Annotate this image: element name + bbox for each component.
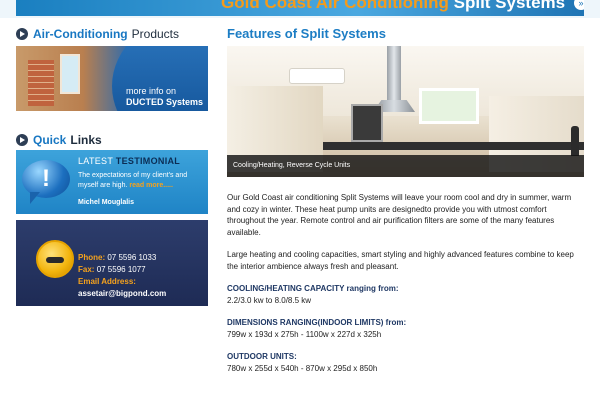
products-heading: Air-Conditioning Products (16, 26, 208, 42)
spec-outdoor-units: OUTDOOR UNITS: 780w x 255d x 540h - 870w… (227, 351, 584, 374)
ducted-line2: DUCTED Systems (126, 97, 204, 107)
spec-label: COOLING/HEATING CAPACITY ranging from: (227, 284, 399, 293)
spec-value: 799w x 193d x 275h - 1100w x 227d x 325h (227, 329, 382, 339)
oven (351, 104, 383, 142)
testimonial-body: The expectations of my client's and myse… (78, 171, 204, 191)
email-link[interactable]: assetair@bigpond.com (78, 288, 166, 300)
spec-capacity: COOLING/HEATING CAPACITY ranging from: 2… (227, 283, 584, 306)
split-ac-unit (289, 68, 345, 84)
brick-wall-image (28, 60, 54, 106)
email-label: Email Address: (78, 277, 136, 286)
spec-label: OUTDOOR UNITS: (227, 352, 297, 361)
spec-label: DIMENSIONS RANGING(INDOOR LIMITS) from: (227, 318, 407, 327)
ducted-line1: more info on (126, 86, 177, 96)
kitchen-counter (323, 142, 584, 150)
sidebar: Air-Conditioning Products more info on D… (16, 26, 208, 306)
spec-value: 2.2/3.0 kw to 8.0/8.5 kw (227, 295, 312, 305)
testimonial-title-light: LATEST (78, 156, 113, 166)
quick-links-heading: Quick Links (16, 132, 102, 148)
ducted-link-text: more info on DUCTED Systems (126, 86, 203, 108)
quick-heading-accent: Quick (33, 133, 67, 147)
testimonial-title: LATEST TESTIMONIAL (78, 156, 180, 166)
phone-value: 07 5596 1033 (107, 253, 157, 262)
testimonial-title-bold: TESTIMONIAL (115, 156, 181, 166)
paragraph-features: Large heating and cooling capacities, sm… (227, 250, 574, 271)
contact-details: Phone: 07 5596 1033 Fax: 07 5596 1077 Em… (78, 252, 166, 300)
spec-value: 780w x 255d x 540h - 870w x 295d x 850h (227, 363, 378, 373)
kitchen-window (419, 88, 479, 124)
fax-value: 07 5596 1077 (96, 265, 146, 274)
wine-bottle (571, 126, 579, 156)
header-bar: Gold Coast Air Conditioning Split System… (16, 0, 584, 16)
paragraph-intro: Our Gold Coast air conditioning Split Sy… (227, 193, 572, 237)
fax-label: Fax: (78, 265, 95, 274)
contact-card: Phone: 07 5596 1033 Fax: 07 5596 1077 Em… (16, 220, 208, 306)
header-banner: Gold Coast Air Conditioning Split System… (0, 0, 600, 18)
read-more-link[interactable]: read more..... (129, 182, 173, 189)
window-image (60, 54, 80, 94)
phone-row: Phone: 07 5596 1033 (78, 252, 166, 264)
bullet-arrow-icon (16, 28, 28, 40)
main-content: Features of Split Systems Cooling/Heatin… (227, 26, 584, 373)
exclamation-icon: ! (42, 165, 50, 192)
products-heading-rest: Products (131, 27, 179, 41)
spec-indoor-dimensions: DIMENSIONS RANGING(INDOOR LIMITS) from: … (227, 317, 584, 340)
site-title-rest: Split Systems (448, 0, 566, 12)
site-title-highlight: Gold Coast Air Conditioning (221, 0, 449, 12)
kitchen-hero-image: Cooling/Heating, Reverse Cycle Units (227, 46, 584, 177)
banner-arrow-icon[interactable]: » (574, 0, 584, 10)
site-title: Gold Coast Air Conditioning Split System… (221, 0, 565, 13)
bullet-arrow-icon (16, 134, 28, 146)
testimonial-card[interactable]: ! LATEST TESTIMONIAL The expectations of… (16, 150, 208, 214)
products-heading-accent: Air-Conditioning (33, 27, 128, 41)
ducted-systems-link[interactable]: more info on DUCTED Systems (16, 46, 208, 111)
phone-label: Phone: (78, 253, 106, 262)
article-body: Our Gold Coast air conditioning Split Sy… (227, 192, 584, 385)
range-hood (387, 46, 401, 102)
quick-heading-rest: Links (70, 133, 102, 147)
hero-caption: Cooling/Heating, Reverse Cycle Units (227, 155, 584, 177)
page-title: Features of Split Systems (227, 26, 386, 41)
testimonial-author: Michel Mouglalis (78, 199, 135, 206)
fax-row: Fax: 07 5596 1077 (78, 264, 166, 276)
phone-icon (36, 240, 74, 278)
